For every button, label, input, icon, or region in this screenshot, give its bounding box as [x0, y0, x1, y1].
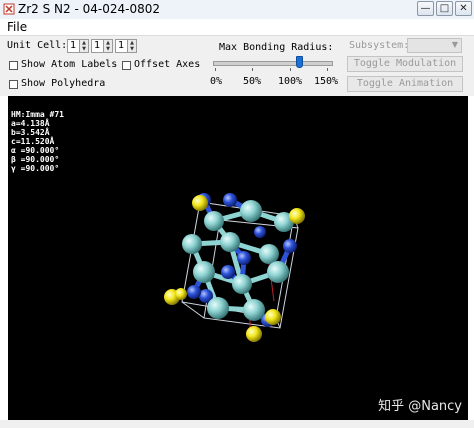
offset-axes-checkbox[interactable] [122, 61, 131, 70]
chevron-down-icon: ▼ [451, 40, 458, 49]
unit-cell-a-stepper[interactable]: 1 ▲ ▼ [67, 39, 89, 53]
slider-tick [327, 68, 328, 71]
slider-tick-label-100: 100% [278, 76, 303, 87]
title-bar[interactable]: Zr2 S N2 - 04-024-0802 — □ ✕ [0, 0, 474, 20]
show-atom-labels-label: Show Atom Labels [21, 59, 118, 70]
show-polyhedra-label: Show Polyhedra [21, 78, 106, 89]
max-bonding-radius-label: Max Bonding Radius: [219, 42, 334, 53]
slider-tick [290, 68, 291, 71]
arrow-down-icon[interactable]: ▼ [104, 46, 112, 52]
app-icon [3, 3, 15, 15]
offset-axes-label: Offset Axes [134, 59, 201, 70]
close-icon[interactable]: ✕ [455, 1, 472, 16]
restore-icon[interactable]: □ [436, 1, 453, 16]
arrow-down-icon[interactable]: ▼ [80, 46, 88, 52]
show-polyhedra-checkbox[interactable] [9, 80, 18, 89]
slider-tick [215, 68, 216, 71]
unit-cell-c-value: 1 [118, 40, 125, 51]
window-title: Zr2 S N2 - 04-024-0802 [18, 2, 160, 16]
bonding-radius-slider-thumb[interactable] [296, 56, 304, 68]
unit-cell-label: Unit Cell: [7, 40, 68, 51]
slider-tick-label-0: 0% [210, 76, 223, 87]
toggle-modulation-button[interactable]: Toggle Modulation [347, 56, 463, 72]
show-atom-labels-checkbox[interactable] [9, 61, 18, 70]
crystal-structure-model [164, 193, 305, 342]
watermark-text: 知乎 @Nancy [378, 399, 462, 414]
unit-cell-b-stepper[interactable]: 1 ▲ ▼ [91, 39, 113, 53]
slider-tick [252, 68, 253, 71]
structure-viewer[interactable]: HM:Imma #71 a=4.138Å b=3.542Å c=11.520Å … [8, 96, 468, 420]
toggle-animation-button[interactable]: Toggle Animation [347, 76, 463, 92]
unit-cell-c-stepper[interactable]: 1 ▲ ▼ [115, 39, 137, 53]
menu-bar: File [0, 19, 474, 36]
minimize-icon[interactable]: — [417, 1, 434, 16]
subsystem-select[interactable]: ▼ [407, 38, 462, 53]
menu-file[interactable]: File [7, 19, 27, 35]
unit-cell-b-value: 1 [94, 40, 101, 51]
subsystem-label: Subsystem: [349, 40, 410, 51]
slider-tick-label-50: 50% [243, 76, 262, 87]
arrow-down-icon[interactable]: ▼ [128, 46, 136, 52]
bonding-radius-slider-track[interactable] [213, 61, 333, 66]
slider-tick-label-150: 150% [314, 76, 339, 87]
window-bottom-frame [0, 420, 474, 428]
unit-cell-a-value: 1 [70, 40, 77, 51]
